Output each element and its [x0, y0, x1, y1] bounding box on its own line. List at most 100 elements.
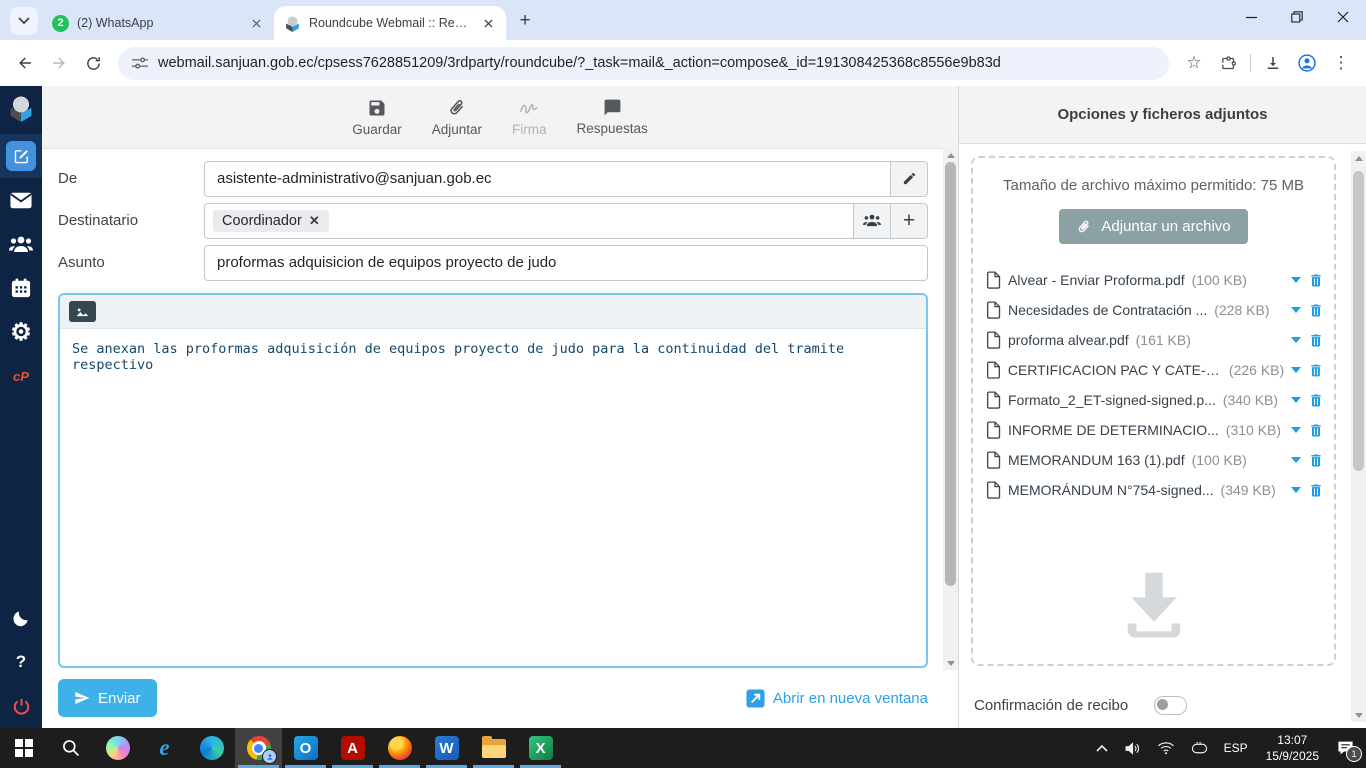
chip-remove-icon[interactable]: ✕ — [309, 213, 320, 229]
tab-roundcube[interactable]: Roundcube Webmail :: Redactar — [274, 6, 506, 40]
attachment-menu-caret-icon[interactable] — [1291, 397, 1301, 403]
scrollbar-thumb[interactable] — [1353, 171, 1364, 471]
menu-kebab-icon[interactable]: ⋮ — [1326, 48, 1356, 78]
attachment-name[interactable]: MEMORÁNDUM N°754-signed... — [1008, 482, 1214, 498]
sidebar-item-contacts[interactable] — [0, 222, 42, 266]
attachment-row[interactable]: MEMORÁNDUM N°754-signed... (349 KB) — [986, 475, 1324, 505]
scroll-up-icon[interactable] — [1351, 151, 1366, 165]
attachment-menu-caret-icon[interactable] — [1291, 277, 1301, 283]
taskbar-search-button[interactable] — [47, 728, 94, 768]
forward-button[interactable] — [44, 48, 74, 78]
attachment-row[interactable]: MEMORANDUM 163 (1).pdf (100 KB) — [986, 445, 1324, 475]
open-new-window-link[interactable]: Abrir en nueva ventana — [746, 688, 928, 708]
restore-button[interactable] — [1274, 0, 1320, 34]
attachment-menu-caret-icon[interactable] — [1291, 307, 1301, 313]
taskbar-excel-button[interactable]: X — [517, 728, 564, 768]
meet-now-icon[interactable] — [1185, 728, 1214, 768]
tab-close-icon[interactable] — [480, 15, 496, 31]
attachment-delete-icon[interactable] — [1308, 482, 1324, 499]
attachment-menu-caret-icon[interactable] — [1291, 367, 1302, 373]
sidebar-item-compose[interactable] — [0, 134, 42, 178]
taskbar-firefox-button[interactable] — [376, 728, 423, 768]
attachment-menu-caret-icon[interactable] — [1291, 427, 1301, 433]
attachment-dropbox[interactable]: Tamaño de archivo máximo permitido: 75 M… — [971, 156, 1336, 666]
new-tab-button[interactable]: + — [512, 8, 538, 34]
url-text[interactable]: webmail.sanjuan.gob.ec/cpsess7628851209/… — [158, 55, 1001, 71]
attachment-delete-icon[interactable] — [1308, 272, 1324, 289]
bookmark-star-icon[interactable]: ☆ — [1179, 48, 1209, 78]
attach-button[interactable]: Adjuntar — [432, 98, 482, 137]
attachment-delete-icon[interactable] — [1308, 332, 1324, 349]
message-editor[interactable]: Se anexan las proformas adquisición de e… — [58, 293, 928, 668]
attachment-menu-caret-icon[interactable] — [1291, 457, 1301, 463]
minimize-button[interactable] — [1228, 0, 1274, 34]
attachment-name[interactable]: CERTIFICACION PAC Y CATE-s... — [1008, 362, 1222, 378]
sidebar-item-calendar[interactable] — [0, 266, 42, 310]
tab-whatsapp[interactable]: 2 (2) WhatsApp — [42, 6, 274, 40]
scroll-up-icon[interactable] — [943, 148, 958, 162]
receipt-toggle[interactable] — [1154, 696, 1187, 715]
attachment-menu-caret-icon[interactable] — [1291, 337, 1301, 343]
attachment-name[interactable]: INFORME DE DETERMINACIO... — [1008, 422, 1219, 438]
insert-image-button[interactable] — [69, 301, 96, 322]
attachment-delete-icon[interactable] — [1308, 302, 1324, 319]
taskbar-edge-button[interactable] — [188, 728, 235, 768]
attachment-row[interactable]: proforma alvear.pdf (161 KB) — [986, 325, 1324, 355]
taskbar-explorer-button[interactable] — [470, 728, 517, 768]
sidebar-item-dark-mode[interactable] — [0, 596, 42, 640]
taskbar-word-button[interactable]: W — [423, 728, 470, 768]
attachment-row[interactable]: CERTIFICACION PAC Y CATE-s... (226 KB) — [986, 355, 1324, 385]
start-button[interactable] — [0, 728, 47, 768]
volume-icon[interactable] — [1118, 728, 1147, 768]
recipient-chip[interactable]: Coordinador ✕ — [213, 209, 329, 232]
taskbar-chrome-button[interactable] — [235, 728, 282, 768]
back-button[interactable] — [10, 48, 40, 78]
sidebar-item-help[interactable]: ? — [0, 640, 42, 684]
language-indicator[interactable]: ESP — [1218, 728, 1254, 768]
compose-scrollbar[interactable] — [943, 148, 958, 670]
attachment-row[interactable]: Formato_2_ET-signed-signed.p... (340 KB) — [986, 385, 1324, 415]
attach-file-button[interactable]: Adjuntar un archivo — [1059, 209, 1248, 244]
taskbar-acrobat-button[interactable]: A — [329, 728, 376, 768]
from-field[interactable]: asistente-administrativo@sanjuan.gob.ec — [204, 160, 891, 197]
attachment-delete-icon[interactable] — [1308, 422, 1324, 439]
attachment-delete-icon[interactable] — [1308, 392, 1324, 409]
sidebar-item-cpanel[interactable]: cP — [0, 354, 42, 398]
taskbar-clock[interactable]: 13:07 15/9/2025 — [1258, 732, 1327, 764]
edit-identity-button[interactable] — [891, 160, 928, 197]
close-window-button[interactable] — [1320, 0, 1366, 34]
scroll-down-icon[interactable] — [1351, 708, 1366, 722]
responses-button[interactable]: Respuestas — [577, 98, 648, 136]
profile-icon[interactable] — [1292, 48, 1322, 78]
downloads-icon[interactable] — [1258, 48, 1288, 78]
attachment-delete-icon[interactable] — [1308, 452, 1324, 469]
reload-button[interactable] — [78, 48, 108, 78]
attachment-name[interactable]: Formato_2_ET-signed-signed.p... — [1008, 392, 1216, 408]
add-recipient-button[interactable]: + — [891, 202, 928, 239]
tray-overflow-chevron-icon[interactable] — [1090, 728, 1114, 768]
scrollbar-thumb[interactable] — [945, 162, 956, 586]
signature-button[interactable]: Firma — [512, 98, 547, 137]
attachment-delete-icon[interactable] — [1308, 362, 1324, 379]
send-button[interactable]: Enviar — [58, 679, 157, 717]
tab-close-icon[interactable] — [248, 15, 264, 31]
attachment-row[interactable]: Alvear - Enviar Proforma.pdf (100 KB) — [986, 265, 1324, 295]
options-scrollbar[interactable] — [1351, 151, 1366, 722]
tab-search-chevron-icon[interactable] — [10, 7, 38, 35]
action-center-button[interactable]: 1 — [1331, 728, 1362, 768]
attachment-name[interactable]: MEMORANDUM 163 (1).pdf — [1008, 452, 1185, 468]
subject-field[interactable]: proformas adquisicion de equipos proyect… — [204, 244, 928, 281]
sidebar-item-logout[interactable] — [0, 684, 42, 728]
attachment-name[interactable]: proforma alvear.pdf — [1008, 332, 1129, 348]
sidebar-item-mail[interactable] — [0, 178, 42, 222]
extensions-icon[interactable] — [1213, 48, 1243, 78]
sidebar-item-settings[interactable]: ⚙ — [0, 310, 42, 354]
attachment-menu-caret-icon[interactable] — [1291, 487, 1301, 493]
save-button[interactable]: Guardar — [352, 98, 402, 137]
message-body[interactable]: Se anexan las proformas adquisición de e… — [60, 329, 926, 666]
taskbar-ie-button[interactable]: e — [141, 728, 188, 768]
to-field[interactable]: Coordinador ✕ — [204, 202, 854, 239]
site-settings-icon[interactable] — [132, 56, 148, 70]
taskbar-outlook-button[interactable]: O — [282, 728, 329, 768]
scroll-down-icon[interactable] — [943, 656, 958, 670]
